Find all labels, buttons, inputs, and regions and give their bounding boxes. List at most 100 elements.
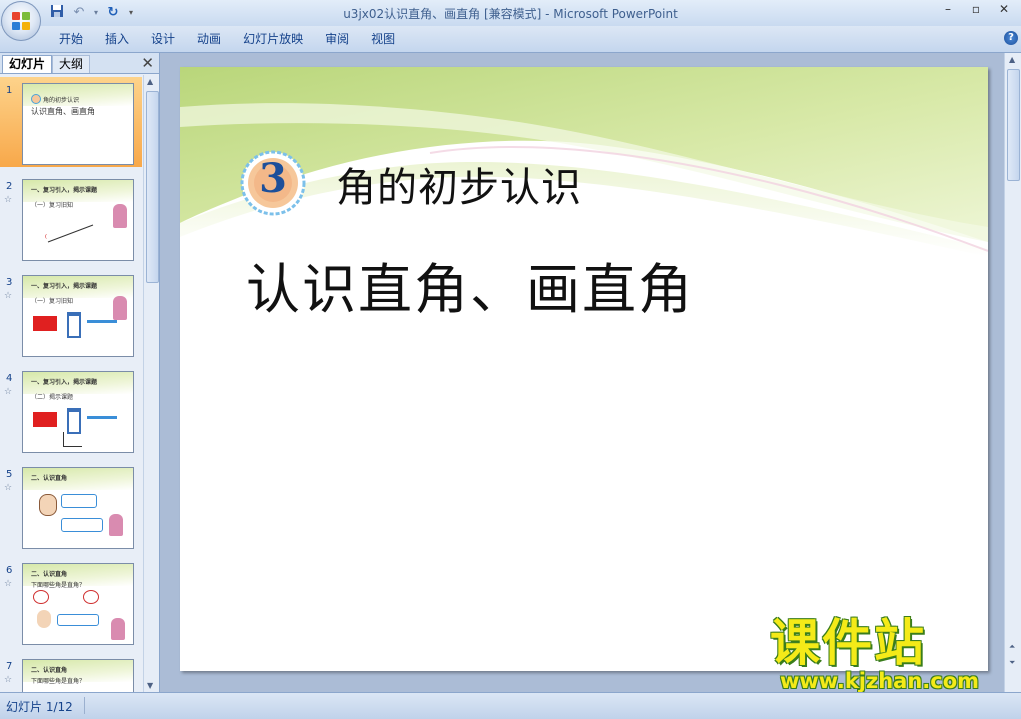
tab-animations[interactable]: 动画 <box>186 31 232 47</box>
watermark-url: www.kjzhan.com <box>780 669 980 693</box>
thumbnail-figure-icon <box>109 514 123 536</box>
thumbnail-figure-icon <box>113 204 127 228</box>
tab-slides[interactable]: 幻灯片 <box>2 55 53 73</box>
slide-title: 认识直角、画直角 <box>246 258 694 321</box>
tab-slideshow[interactable]: 幻灯片放映 <box>232 31 314 47</box>
thumbnail-figure-icon <box>111 618 125 640</box>
thumbnail-slide: 一、复习引入，揭示课题 （一）复习旧知 ( <box>22 179 134 261</box>
thumbnail-number: 4 <box>6 373 13 384</box>
animation-star-icon: ☆ <box>4 195 13 205</box>
scroll-up-icon[interactable]: ▲ <box>147 77 153 86</box>
thumbnail-subtitle: 下面哪些角是直角？ <box>31 582 86 589</box>
thumbnail-subtitle: 认识直角、画直角 <box>31 107 95 116</box>
window-title: u3jx02认识直角、画直角 [兼容模式] - Microsoft PowerP… <box>343 7 678 21</box>
chapter-number: 3 <box>259 155 287 202</box>
angle-circle-icon <box>33 590 49 604</box>
speech-bubble-icon <box>57 614 99 626</box>
thumbnail-5[interactable]: 5 ☆ 二、认识直角 <box>0 461 142 551</box>
thumbnail-subtitle: （一）复习旧知 <box>31 298 74 305</box>
animation-star-icon: ☆ <box>4 675 13 685</box>
thumbnail-title: 二、认识直角 <box>31 475 68 482</box>
animation-star-icon: ☆ <box>4 483 13 493</box>
flag-icon <box>33 316 57 331</box>
watermark: 课件站 www.kjzhan.com <box>770 615 1006 695</box>
thumbnail-6[interactable]: 6 ☆ 二、认识直角 下面哪些角是直角？ <box>0 557 142 647</box>
thumbnail-title: 二、认识直角 <box>31 571 68 578</box>
thumbnail-title: 一、复习引入，揭示课题 <box>31 283 98 290</box>
thumbnail-number: 7 <box>6 661 13 672</box>
thumbnail-subtitle: 下面哪些角是直角？ <box>31 678 86 685</box>
slide-heading: 角的初步认识 <box>336 165 582 211</box>
desk-icon <box>87 320 117 333</box>
scroll-up-icon[interactable]: ▲ <box>1009 55 1015 64</box>
thumbnail-number: 5 <box>6 469 13 480</box>
ribbon-tabs: 开始 插入 设计 动画 幻灯片放映 审阅 视图 <box>48 31 406 47</box>
ribbon: 开始 插入 设计 动画 幻灯片放映 审阅 视图 ? <box>0 26 1021 53</box>
pane-tabs: 幻灯片 大纲 ✕ <box>0 53 159 74</box>
thumbnail-title: 角的初步认识 <box>43 97 80 104</box>
tab-design[interactable]: 设计 <box>140 31 186 47</box>
thumbnail-number: 6 <box>6 565 13 576</box>
scrollbar-thumb[interactable] <box>1007 69 1020 181</box>
thumbnail-title: 二、认识直角 <box>31 667 68 674</box>
thumbnail-figure-icon <box>113 296 127 320</box>
thumbnail-figure-icon <box>37 610 51 628</box>
status-separator <box>84 697 85 714</box>
thumbnail-4[interactable]: 4 ☆ 一、复习引入，揭示课题 （二）揭示课题 <box>0 365 142 455</box>
scrollbar-thumb[interactable] <box>146 91 159 283</box>
tab-review[interactable]: 审阅 <box>314 31 360 47</box>
thumbnail-number: 1 <box>6 85 13 96</box>
thumbnail-7[interactable]: 7 ☆ 二、认识直角 下面哪些角是直角？ <box>0 653 142 692</box>
current-slide[interactable]: 3 角的初步认识 认识直角、画直角 <box>180 67 988 671</box>
scroll-down-icon[interactable]: ▼ <box>147 681 153 690</box>
thumbnail-subtitle: （二）揭示课题 <box>31 394 74 401</box>
slide-counter: 幻灯片 1/12 <box>6 700 73 714</box>
previous-slide-icon[interactable]: ⏶ <box>1009 642 1015 652</box>
animation-star-icon: ☆ <box>4 291 13 301</box>
svg-text:(: ( <box>45 234 47 240</box>
tab-home[interactable]: 开始 <box>48 31 94 47</box>
watermark-text: 课件站 <box>770 614 926 672</box>
office-logo-icon <box>12 12 30 30</box>
tab-insert[interactable]: 插入 <box>94 31 140 47</box>
chair-icon <box>67 312 81 338</box>
speech-bubble-icon <box>61 494 97 508</box>
restore-button[interactable]: ▫ <box>969 2 983 16</box>
chair-icon <box>67 408 81 434</box>
thumbnail-list: 1 角的初步认识 认识直角、画直角 2 ☆ 一、复习引入，揭示课题 （一）复习旧… <box>0 75 142 692</box>
status-bar: 幻灯片 1/12 <box>0 692 1021 719</box>
slides-pane-scrollbar[interactable]: ▲ ▼ <box>143 75 159 692</box>
thumbnail-1[interactable]: 1 角的初步认识 认识直角、画直角 <box>0 77 142 167</box>
desk-icon <box>87 416 117 429</box>
editor-scrollbar[interactable]: ▲ ⏶ ⏷ <box>1004 53 1021 692</box>
thumbnail-figure-icon <box>39 494 57 516</box>
right-angle-icon <box>63 432 82 447</box>
thumbnail-slide: 角的初步认识 认识直角、画直角 <box>22 83 134 165</box>
animation-star-icon: ☆ <box>4 579 13 589</box>
thumbnail-number: 3 <box>6 277 13 288</box>
tab-outline[interactable]: 大纲 <box>52 55 91 73</box>
speech-bubble-icon <box>61 518 103 532</box>
thumbnail-angle-icon: ( <box>45 224 94 243</box>
office-button[interactable] <box>1 1 41 41</box>
thumbnail-3[interactable]: 3 ☆ 一、复习引入，揭示课题 （一）复习旧知 <box>0 269 142 359</box>
angle-circle-icon <box>83 590 99 604</box>
thumbnail-slide: 二、认识直角 下面哪些角是直角？ <box>22 563 134 645</box>
thumbnail-2[interactable]: 2 ☆ 一、复习引入，揭示课题 （一）复习旧知 ( <box>0 173 142 263</box>
title-bar: ↶ ▾ ↻ ▾ u3jx02认识直角、画直角 [兼容模式] - Microsof… <box>0 0 1021 41</box>
animation-star-icon: ☆ <box>4 387 13 397</box>
next-slide-icon[interactable]: ⏷ <box>1009 658 1015 668</box>
thumbnail-slide: 一、复习引入，揭示课题 （一）复习旧知 <box>22 275 134 357</box>
slides-pane: 幻灯片 大纲 ✕ 1 角的初步认识 认识直角、画直角 2 ☆ 一、复习引入，揭示… <box>0 53 160 692</box>
tab-view[interactable]: 视图 <box>360 31 406 47</box>
thumbnail-slide: 二、认识直角 下面哪些角是直角？ <box>22 659 134 692</box>
window-controls: – ▫ ✕ <box>941 2 1011 16</box>
thumbnail-badge-icon <box>31 94 41 104</box>
minimize-button[interactable]: – <box>941 2 955 16</box>
help-icon[interactable]: ? <box>1004 31 1018 45</box>
thumbnail-title: 一、复习引入，揭示课题 <box>31 379 98 386</box>
flag-icon <box>33 412 57 427</box>
thumbnail-title: 一、复习引入，揭示课题 <box>31 187 98 194</box>
close-button[interactable]: ✕ <box>997 2 1011 16</box>
close-pane-icon[interactable]: ✕ <box>141 54 154 72</box>
